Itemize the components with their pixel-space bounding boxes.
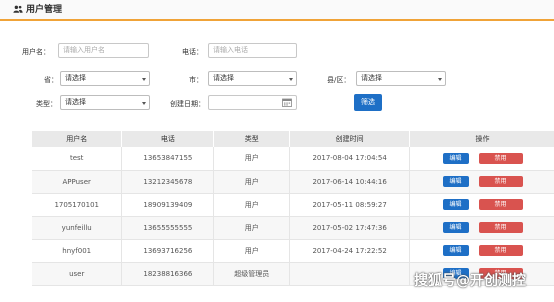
page-title: 用户管理 bbox=[13, 2, 62, 15]
cell-phone: 13655555555 bbox=[121, 216, 215, 240]
cell-actions: 编辑 禁用 bbox=[409, 193, 554, 217]
cell-username: hnyf001 bbox=[32, 239, 123, 263]
province-select-value: 请选择 bbox=[65, 74, 86, 82]
cell-created: 2017-05-02 17:47:36 bbox=[289, 216, 411, 240]
created-date-label: 创建日期： bbox=[170, 100, 205, 108]
cell-created: 2017-05-11 08:59:27 bbox=[289, 193, 411, 217]
cell-actions: 编辑 禁用 bbox=[409, 216, 554, 240]
column-header-phone: 电话 bbox=[121, 131, 215, 147]
cell-type: 用户 bbox=[213, 147, 291, 171]
province-label: 省： bbox=[44, 76, 58, 84]
calendar-icon bbox=[282, 98, 292, 107]
table-row: 1705170101 18909139409 用户 2017-05-11 08:… bbox=[32, 193, 554, 217]
table-header-row: 用户名 电话 类型 创建时间 操作 bbox=[32, 131, 554, 147]
edit-button[interactable]: 编辑 bbox=[442, 222, 469, 233]
cell-username: test bbox=[32, 147, 123, 171]
table-row: APPuser 13212345678 用户 2017-06-14 10:44:… bbox=[32, 170, 554, 194]
cell-actions: 编辑 禁用 bbox=[409, 239, 554, 263]
cell-phone: 13653847155 bbox=[121, 147, 215, 171]
chevron-down-icon bbox=[289, 78, 293, 81]
cell-type: 超级管理员 bbox=[213, 262, 291, 286]
chevron-down-icon bbox=[142, 78, 146, 81]
edit-button[interactable]: 编辑 bbox=[442, 245, 469, 256]
user-table: 用户名 电话 类型 创建时间 操作 test 13653847155 用户 20… bbox=[32, 131, 554, 286]
cell-type: 用户 bbox=[213, 170, 291, 194]
cell-phone: 18909139409 bbox=[121, 193, 215, 217]
page: 用户管理 用户名： 请输入用户名 电话： 请输入电话 省： 请选择 市： 请选择… bbox=[0, 0, 554, 302]
column-header-type: 类型 bbox=[213, 131, 291, 147]
chevron-down-icon bbox=[142, 102, 146, 105]
column-header-actions: 操作 bbox=[409, 131, 554, 147]
disable-button[interactable]: 禁用 bbox=[478, 222, 523, 233]
cell-username: yunfeillu bbox=[32, 216, 123, 240]
edit-button[interactable]: 编辑 bbox=[442, 152, 469, 164]
column-header-created: 创建时间 bbox=[289, 131, 411, 147]
city-select-value: 请选择 bbox=[213, 74, 234, 82]
disable-button[interactable]: 禁用 bbox=[478, 152, 523, 164]
users-icon bbox=[13, 5, 23, 13]
cell-type: 用户 bbox=[213, 239, 291, 263]
cell-created: 2017-06-14 10:44:16 bbox=[289, 170, 411, 194]
cell-created bbox=[289, 262, 411, 286]
column-header-username: 用户名 bbox=[32, 131, 123, 147]
province-select[interactable]: 请选择 bbox=[60, 71, 150, 86]
disable-button[interactable]: 禁用 bbox=[478, 176, 523, 187]
watermark-text: 搜狐号@开创测控 bbox=[414, 273, 526, 289]
cell-phone: 13212345678 bbox=[121, 170, 215, 194]
cell-username: 1705170101 bbox=[32, 193, 123, 217]
county-label: 县/区： bbox=[327, 76, 351, 84]
created-date-input[interactable] bbox=[208, 95, 297, 110]
cell-actions: 编辑 禁用 bbox=[409, 170, 554, 194]
phone-input[interactable]: 请输入电话 bbox=[208, 43, 297, 58]
page-header: 用户管理 bbox=[0, 0, 554, 21]
city-label: 市： bbox=[189, 76, 203, 84]
table-row: test 13653847155 用户 2017-08-04 17:04:54 … bbox=[32, 147, 554, 171]
cell-phone: 18238816366 bbox=[121, 262, 215, 286]
edit-button[interactable]: 编辑 bbox=[442, 199, 469, 210]
chevron-down-icon bbox=[438, 78, 442, 81]
cell-type: 用户 bbox=[213, 193, 291, 217]
filter-button[interactable]: 筛选 bbox=[354, 94, 382, 111]
disable-button[interactable]: 禁用 bbox=[478, 199, 523, 210]
cell-username: user bbox=[32, 262, 123, 286]
city-select[interactable]: 请选择 bbox=[208, 71, 297, 86]
cell-type: 用户 bbox=[213, 216, 291, 240]
edit-button[interactable]: 编辑 bbox=[442, 176, 469, 187]
cell-created: 2017-08-04 17:04:54 bbox=[289, 147, 411, 171]
type-label: 类型： bbox=[36, 100, 57, 108]
header-accent-line bbox=[0, 19, 554, 21]
county-select[interactable]: 请选择 bbox=[356, 71, 446, 86]
cell-username: APPuser bbox=[32, 170, 123, 194]
type-select[interactable]: 请选择 bbox=[60, 95, 150, 110]
cell-phone: 13693716256 bbox=[121, 239, 215, 263]
username-label: 用户名： bbox=[22, 48, 50, 56]
disable-button[interactable]: 禁用 bbox=[478, 245, 523, 256]
username-input[interactable]: 请输入用户名 bbox=[58, 43, 149, 58]
page-title-text: 用户管理 bbox=[26, 5, 63, 15]
table-row: yunfeillu 13655555555 用户 2017-05-02 17:4… bbox=[32, 216, 554, 240]
cell-created: 2017-04-24 17:22:52 bbox=[289, 239, 411, 263]
county-select-value: 请选择 bbox=[361, 74, 382, 82]
phone-label: 电话： bbox=[182, 48, 203, 56]
type-select-value: 请选择 bbox=[65, 98, 86, 106]
table-row: hnyf001 13693716256 用户 2017-04-24 17:22:… bbox=[32, 239, 554, 263]
cell-actions: 编辑 禁用 bbox=[409, 147, 554, 171]
